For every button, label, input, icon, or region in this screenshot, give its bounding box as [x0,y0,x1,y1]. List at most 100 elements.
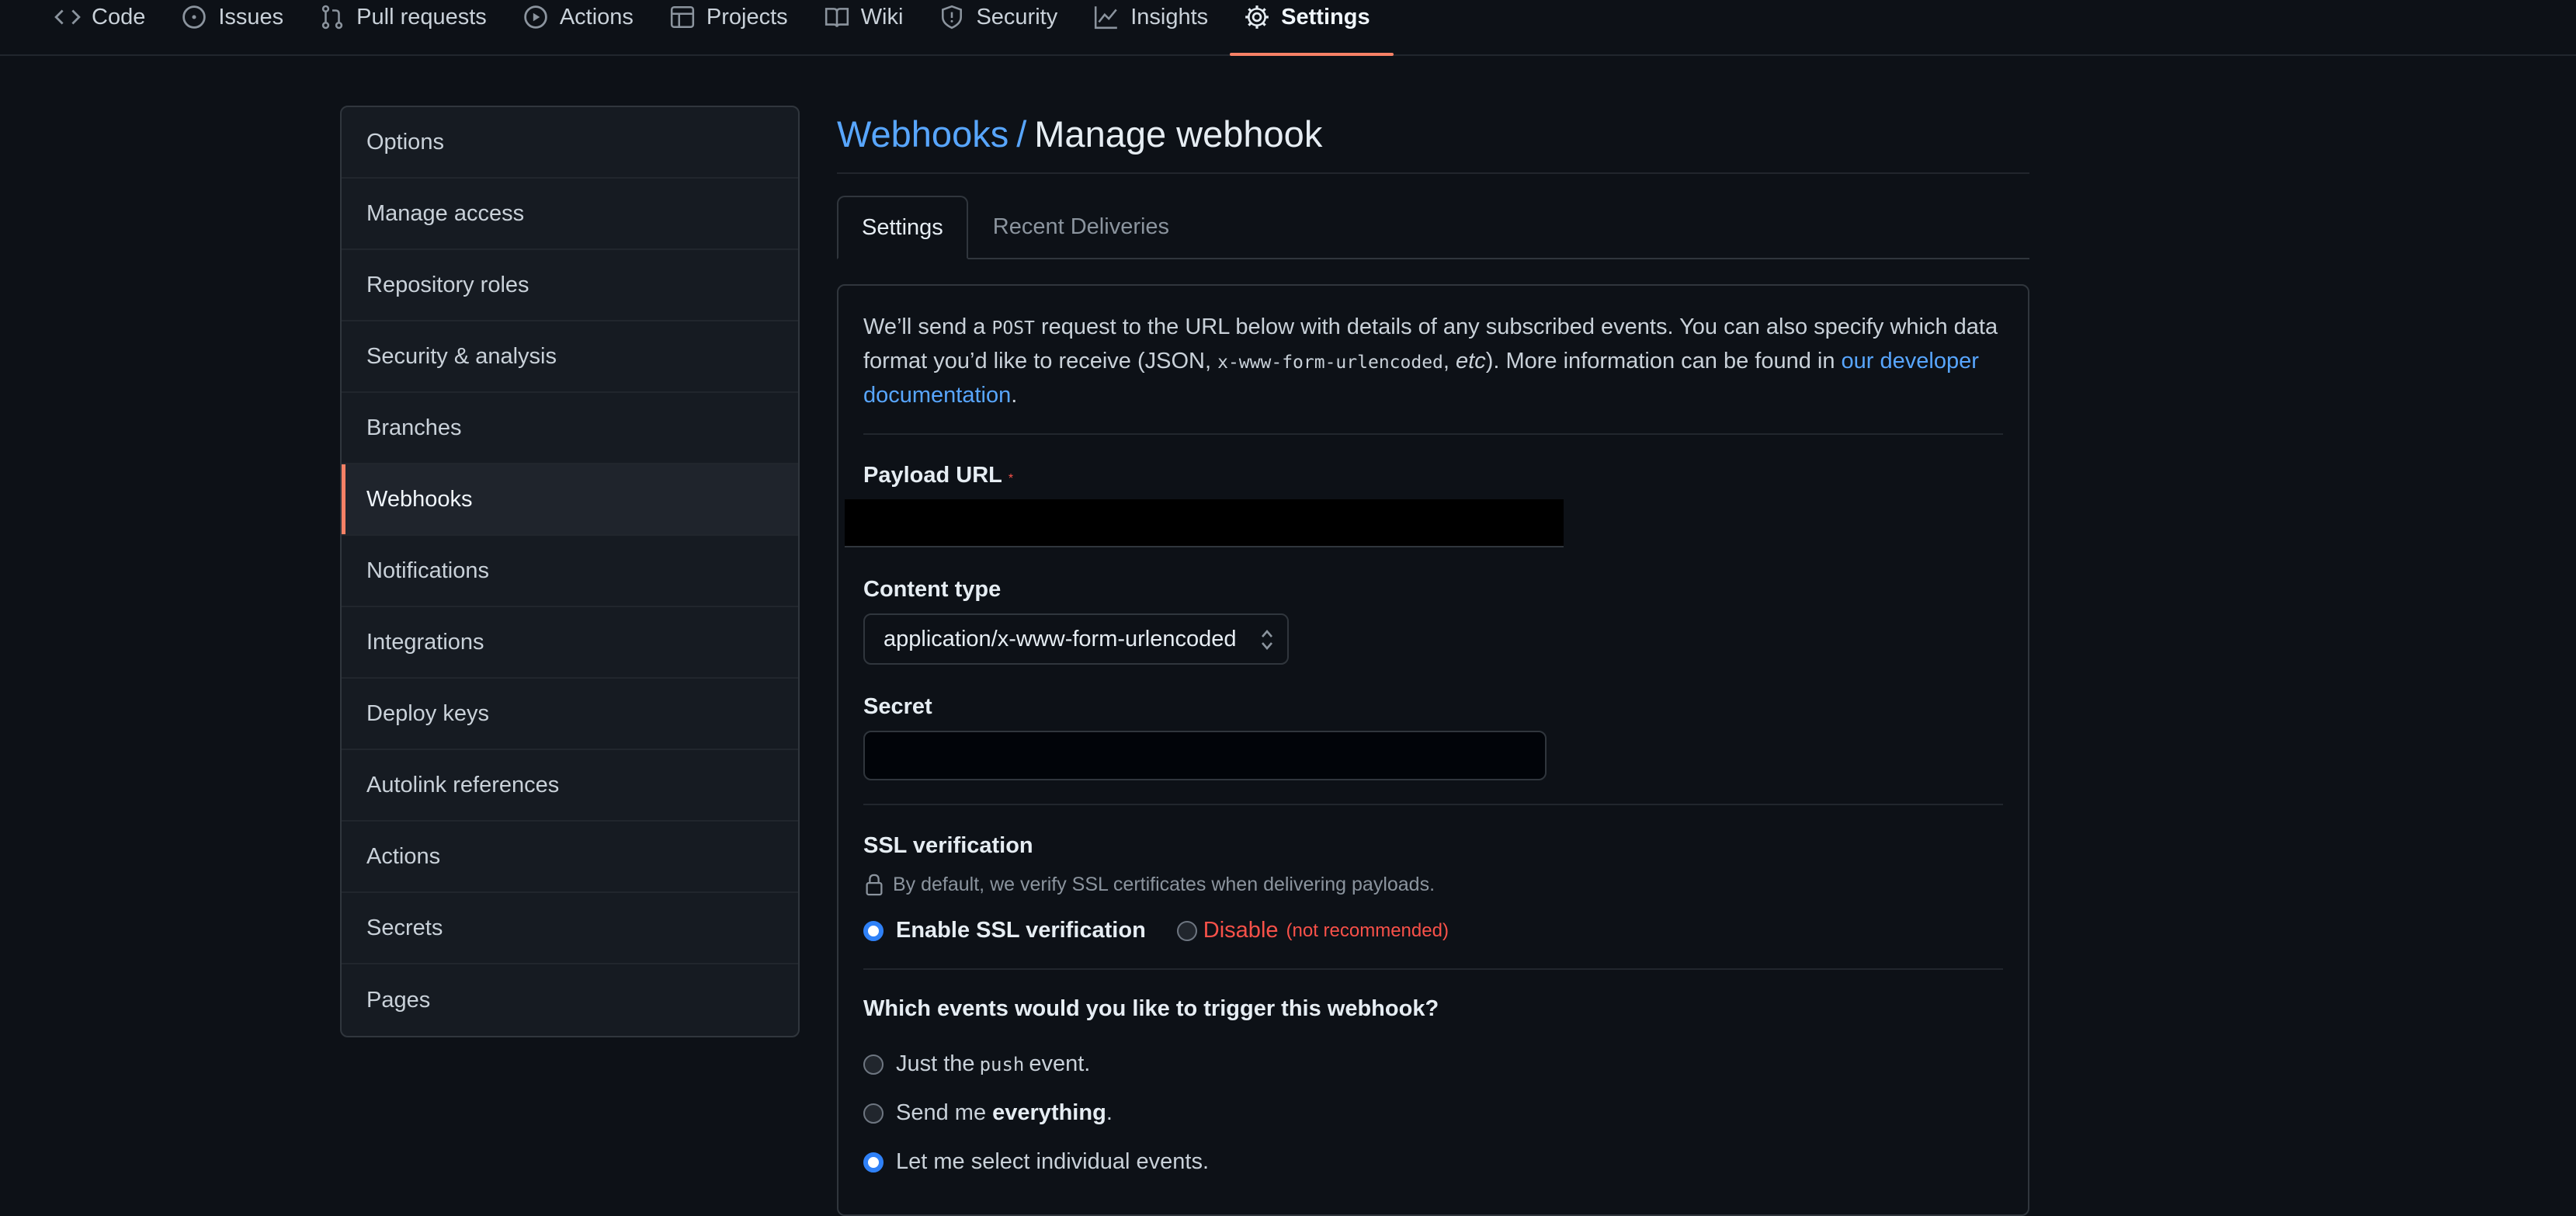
lock-icon [863,873,885,896]
sidebar-item-label: Repository roles [366,272,529,297]
tab-settings[interactable]: Settings [837,196,968,259]
sidebar-item-deploy-keys[interactable]: Deploy keys [342,679,798,750]
nav-settings-label: Settings [1281,4,1370,30]
shield-icon [939,4,965,30]
event-option-select[interactable]: Let me select individual events. [863,1149,2003,1175]
sidebar-item-autolink-references[interactable]: Autolink references [342,750,798,822]
gear-icon [1244,4,1270,30]
content-type-group: Content type application/x-www-form-urle… [863,577,2003,665]
nav-security[interactable]: Security [936,0,1070,54]
sidebar-item-label: Secrets [366,915,443,940]
secret-input[interactable] [863,731,1547,780]
nav-pull-requests[interactable]: Pull requests [316,0,499,54]
payload-url-input[interactable] [845,499,1564,547]
nav-actions[interactable]: Actions [519,0,646,54]
event-option-push[interactable]: Just the push event. [863,1051,2003,1077]
pull-request-icon [319,4,345,30]
nav-pull-requests-label: Pull requests [356,4,487,30]
sidebar-item-label: Branches [366,415,462,440]
sidebar-item-options[interactable]: Options [342,107,798,179]
webhook-tabs: Settings Recent Deliveries [837,196,2029,259]
events-question: Which events would you like to trigger t… [863,996,1439,1021]
sidebar-item-notifications[interactable]: Notifications [342,536,798,607]
event-push-radio[interactable] [863,1054,884,1075]
sidebar-item-manage-access[interactable]: Manage access [342,179,798,250]
breadcrumb-separator: / [1016,113,1027,155]
payload-url-label: Payload URL [863,463,1002,488]
sidebar-item-label: Webhooks [366,486,473,512]
ssl-not-recommended: (not recommended) [1286,919,1449,941]
book-icon [824,4,850,30]
sidebar-item-branches[interactable]: Branches [342,393,798,464]
nav-projects-label: Projects [706,4,788,30]
ssl-enable-radio[interactable] [863,920,884,941]
intro-text-part: , [1442,349,1456,373]
settings-sidebar: Options Manage access Repository roles S… [340,106,800,1037]
sidebar-item-webhooks[interactable]: Webhooks [342,464,798,536]
nav-code-label: Code [92,4,146,30]
content-type-select[interactable]: application/x-www-form-urlencoded [863,613,1289,665]
sidebar-item-label: Options [366,129,444,155]
nav-code[interactable]: Code [51,0,158,54]
required-mark: * [1008,472,1014,485]
intro-format-code: x-www-form-urlencoded [1217,353,1443,373]
graph-icon [1093,4,1120,30]
event-everything-text-end: . [1106,1100,1113,1125]
nav-wiki[interactable]: Wiki [821,0,916,54]
nav-issues[interactable]: Issues [178,0,296,54]
sidebar-item-label: Notifications [366,558,489,583]
event-select-radio[interactable] [863,1152,884,1173]
sidebar-item-label: Deploy keys [366,700,489,726]
divider [863,968,2003,970]
nav-insights-label: Insights [1130,4,1209,30]
sidebar-item-label: Security & analysis [366,343,557,369]
secret-group: Secret [863,694,2003,780]
table-icon [669,4,696,30]
nav-issues-label: Issues [218,4,284,30]
nav-security-label: Security [976,4,1058,30]
main-content: Webhooks / Manage webhook Settings Recen… [837,106,2029,1216]
nav-settings[interactable]: Settings [1230,0,1394,56]
issue-icon [181,4,207,30]
event-everything-radio[interactable] [863,1103,884,1124]
sidebar-item-security-analysis[interactable]: Security & analysis [342,321,798,393]
event-push-code: push [979,1053,1025,1075]
sidebar-item-label: Actions [366,843,441,869]
sidebar-item-actions[interactable]: Actions [342,822,798,893]
breadcrumb-current: Manage webhook [1034,113,1323,155]
nav-wiki-label: Wiki [860,4,904,30]
event-option-everything[interactable]: Send me everything. [863,1100,2003,1126]
repo-nav: Code Issues Pull requests Actions Projec… [0,0,2576,56]
tab-recent-deliveries[interactable]: Recent Deliveries [968,196,1194,258]
intro-text-part: . [1011,383,1018,408]
content-type-value: application/x-www-form-urlencoded [884,626,1237,651]
ssl-disable-radio[interactable] [1176,920,1197,941]
secret-label: Secret [863,694,932,719]
event-everything-text: Send me [896,1100,987,1125]
ssl-group: SSL verification By default, we verify S… [863,833,2003,943]
code-icon [54,4,81,30]
nav-projects[interactable]: Projects [666,0,800,54]
ssl-options: Enable SSL verification Disable (not rec… [863,918,2003,943]
ssl-enable-label[interactable]: Enable SSL verification [896,918,1146,943]
nav-insights[interactable]: Insights [1090,0,1220,54]
sidebar-item-pages[interactable]: Pages [342,964,798,1036]
sidebar-item-secrets[interactable]: Secrets [342,893,798,964]
sidebar-item-label: Autolink references [366,772,560,797]
ssl-description: By default, we verify SSL certificates w… [863,873,2003,896]
intro-post-code: POST [991,318,1035,339]
divider [863,804,2003,805]
sidebar-item-repository-roles[interactable]: Repository roles [342,250,798,321]
sidebar-item-label: Integrations [366,629,484,655]
event-push-text-end: event. [1029,1051,1091,1076]
ssl-disable-label[interactable]: Disable [1203,918,1279,943]
breadcrumb-webhooks-link[interactable]: Webhooks [837,113,1009,155]
event-everything-bold: everything [992,1100,1106,1125]
nav-actions-label: Actions [559,4,634,30]
sidebar-item-integrations[interactable]: Integrations [342,607,798,679]
intro-text: We’ll send a POST request to the URL bel… [863,311,2003,435]
event-select-text: Let me select individual events. [896,1149,1209,1174]
play-icon [522,4,549,30]
sidebar-item-label: Pages [366,987,431,1013]
page-title: Webhooks / Manage webhook [837,106,2029,174]
